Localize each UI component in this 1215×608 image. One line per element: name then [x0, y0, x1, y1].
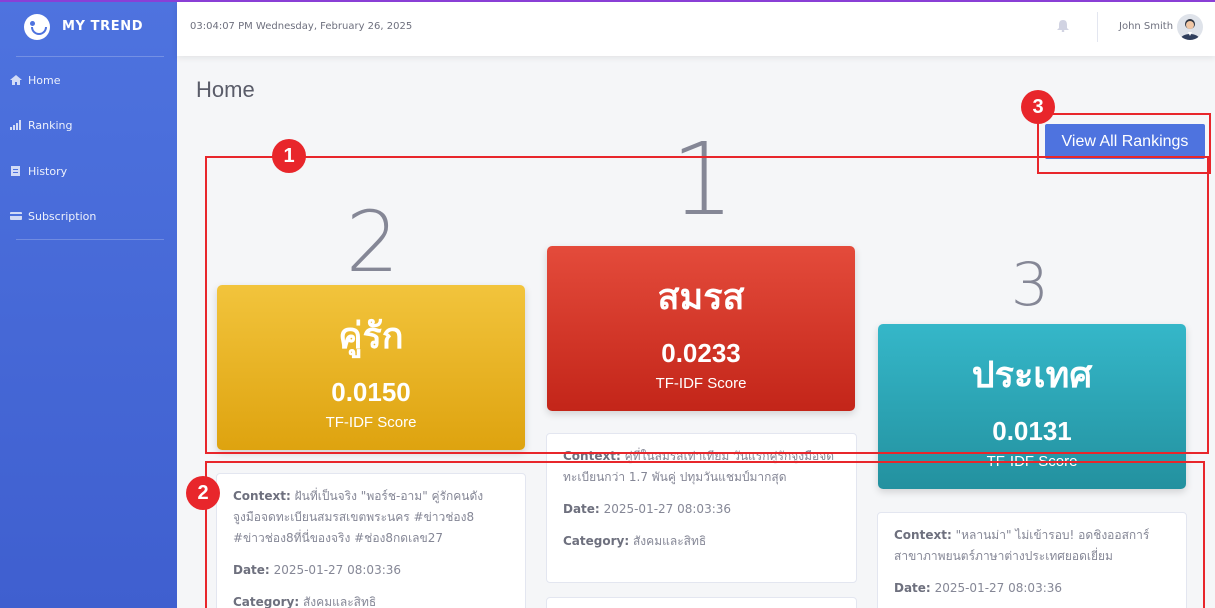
- avatar[interactable]: [1177, 14, 1203, 40]
- annotation-box-2: [205, 461, 1205, 608]
- annotation-box-1: [205, 156, 1209, 454]
- page-title: Home: [196, 77, 255, 102]
- home-icon: [10, 75, 22, 85]
- sidebar: MY TREND Home Ranking History Subscripti…: [0, 0, 177, 608]
- user-avatar-icon: [1180, 19, 1200, 40]
- annotation-badge-3: 3: [1021, 90, 1055, 124]
- user-name[interactable]: John Smith: [1119, 21, 1173, 32]
- sidebar-item-history[interactable]: History: [0, 156, 177, 186]
- current-datetime: 03:04:07 PM Wednesday, February 26, 2025: [190, 21, 413, 32]
- card-icon: [10, 212, 22, 220]
- brand-title: MY TREND: [62, 19, 144, 34]
- brand[interactable]: MY TREND: [0, 0, 177, 56]
- topbar-divider: [1097, 12, 1098, 42]
- top-accent-line: [0, 0, 1215, 2]
- bell-icon[interactable]: [1057, 20, 1069, 32]
- sidebar-divider: [16, 56, 164, 57]
- annotation-box-3: [1037, 113, 1211, 174]
- sidebar-item-label: History: [28, 164, 68, 178]
- sidebar-item-subscription[interactable]: Subscription: [0, 201, 177, 231]
- annotation-badge-2: 2: [186, 476, 220, 510]
- sidebar-item-home[interactable]: Home: [0, 65, 177, 95]
- wink-logo-icon: [24, 14, 50, 40]
- file-icon: [11, 166, 20, 176]
- topbar: 03:04:07 PM Wednesday, February 26, 2025…: [177, 2, 1215, 56]
- sidebar-item-ranking[interactable]: Ranking: [0, 110, 177, 140]
- annotation-badge-1: 1: [272, 139, 306, 173]
- sidebar-item-label: Ranking: [28, 118, 73, 132]
- bar-chart-icon: [10, 120, 21, 130]
- sidebar-item-label: Home: [28, 73, 61, 87]
- sidebar-divider: [16, 239, 164, 240]
- sidebar-item-label: Subscription: [28, 209, 97, 223]
